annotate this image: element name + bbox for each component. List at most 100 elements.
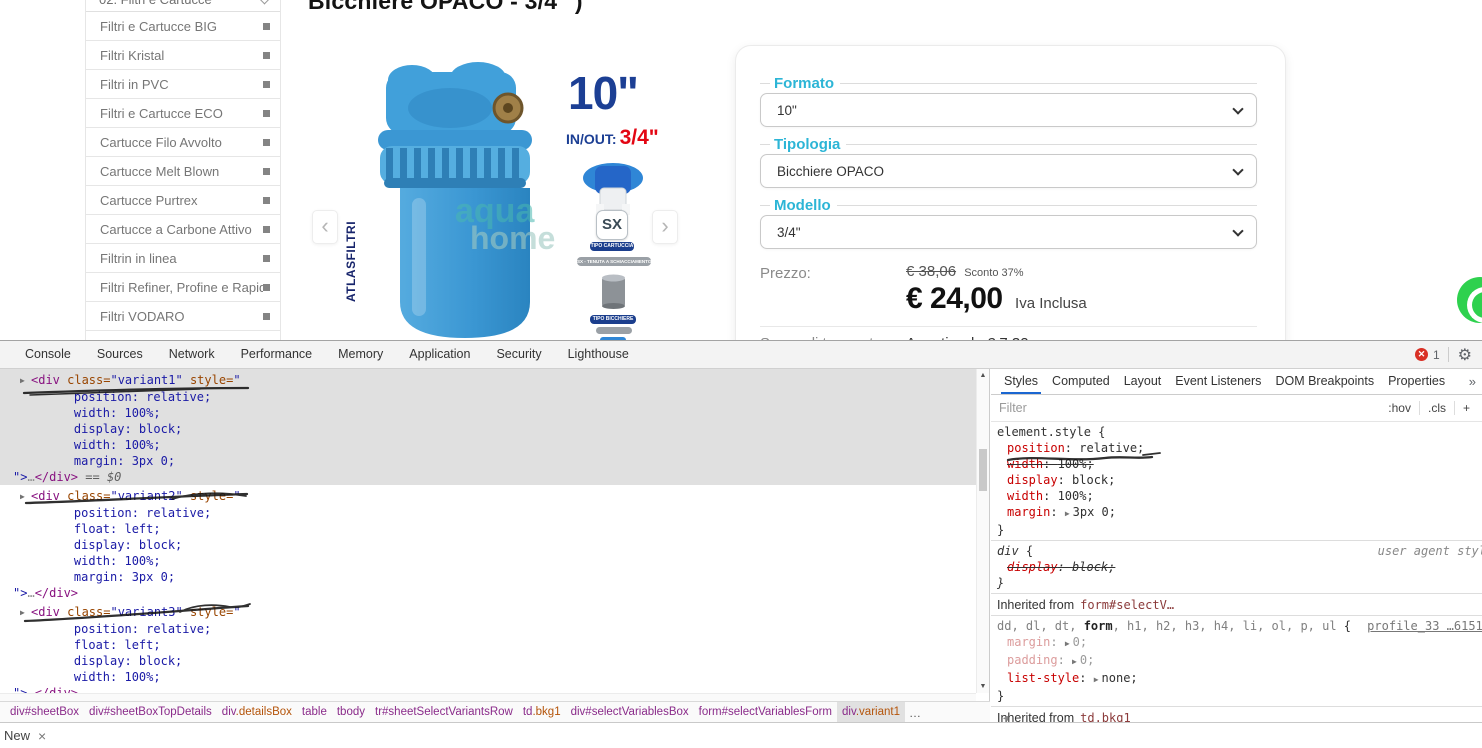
divider xyxy=(760,326,1257,327)
breadcrumb-item[interactable]: table xyxy=(297,702,332,723)
styles-sidebar: Styles Computed Layout Event Listeners DOM B… xyxy=(991,369,1482,723)
breadcrumb-item[interactable]: tbody xyxy=(332,702,370,723)
pill-tipo-cartuccia: TIPO CARTUCCIA xyxy=(590,242,634,251)
sidebar-item[interactable]: Filtri in PVC xyxy=(86,70,280,99)
breadcrumb-item[interactable]: div#sheetBox xyxy=(5,702,84,723)
styles-tab-styles[interactable]: Styles xyxy=(997,369,1045,394)
vertical-scrollbar[interactable]: ▲ ▼ xyxy=(976,369,989,693)
sidebar-parent-item[interactable]: 02. Filtri e Cartucce xyxy=(86,0,280,12)
css-property[interactable]: list-style: ▶ none; xyxy=(991,670,1482,688)
styles-toggle-[interactable]: + xyxy=(1455,401,1478,415)
inherited-from-section: Inherited from td.bkg1 xyxy=(991,707,1482,723)
square-bullet-icon xyxy=(263,22,270,30)
css-property[interactable]: width: 100%; xyxy=(991,456,1482,472)
expand-arrow-icon[interactable]: ▶ xyxy=(1072,657,1077,666)
breadcrumb-item[interactable]: div.detailsBox xyxy=(217,702,297,723)
css-property[interactable]: padding: ▶ 0; xyxy=(991,652,1482,670)
price-label: Prezzo: xyxy=(760,265,811,282)
sidebar-item[interactable]: Filtri e Cartucce ECO xyxy=(86,99,280,128)
discount-badge: Sconto 37% xyxy=(964,267,1024,279)
breadcrumb-item[interactable]: form#selectVariablesForm xyxy=(694,702,837,723)
prev-arrow-button[interactable]: ‹ xyxy=(312,210,338,244)
inout-label: IN/OUT: 3/4" xyxy=(566,126,659,149)
expand-arrow-icon[interactable]: ▶ xyxy=(20,605,31,621)
sidebar-item[interactable]: Filtri VODARO xyxy=(86,302,280,331)
sidebar-item[interactable]: Filtri e Cartucce BIG xyxy=(86,12,280,41)
breadcrumb-item[interactable]: div#selectVariablesBox xyxy=(566,702,694,723)
expand-arrow-icon[interactable]: ▶ xyxy=(1065,509,1070,518)
scroll-down-icon[interactable]: ▼ xyxy=(977,683,989,690)
pill-tenuta: SX - TENUTA A SCHIACCIAMENTO xyxy=(577,257,651,266)
css-property[interactable]: margin: ▶ 3px 0; xyxy=(991,504,1482,522)
devtools-tab-sources[interactable]: Sources xyxy=(84,341,156,368)
category-sidebar: 02. Filtri e Cartucce Filtri e Cartucce … xyxy=(85,0,281,340)
css-property[interactable]: display: block; xyxy=(991,472,1482,488)
close-icon[interactable]: × xyxy=(38,728,46,744)
error-badge[interactable]: ✕ 1 xyxy=(1414,348,1448,362)
scroll-up-icon[interactable]: ▲ xyxy=(977,372,989,379)
option-select-tipologia[interactable]: Bicchiere OPACO xyxy=(760,154,1257,188)
option-select-formato[interactable]: 10" xyxy=(760,93,1257,127)
styles-tab-computed[interactable]: Computed xyxy=(1045,369,1117,394)
sidebar-item[interactable]: Filtrin in linea xyxy=(86,244,280,273)
gear-icon[interactable]: ⚙ xyxy=(1458,345,1472,365)
styles-tab-dom-breakpoints[interactable]: DOM Breakpoints xyxy=(1268,369,1381,394)
dom-node-variant1[interactable]: ▶ <div class="variant1" style=" position:… xyxy=(0,369,976,485)
matched-selector: form xyxy=(1083,619,1113,633)
sidebar-item[interactable]: Filtri Kristal xyxy=(86,41,280,70)
node-class-value: "variant1" xyxy=(110,373,183,387)
devtools-tab-security[interactable]: Security xyxy=(483,341,554,368)
chat-widget-button[interactable] xyxy=(1457,277,1482,323)
devtools-tab-network[interactable]: Network xyxy=(156,341,228,368)
css-property[interactable]: width: 100%; xyxy=(991,488,1482,504)
devtools-tab-application[interactable]: Application xyxy=(396,341,483,368)
styles-toggle-cls[interactable]: .cls xyxy=(1420,401,1454,415)
horizontal-scrollbar[interactable] xyxy=(0,693,976,701)
expand-arrow-icon[interactable]: ▶ xyxy=(20,373,31,389)
inherited-from-node-link[interactable]: form#selectV… xyxy=(1080,598,1174,612)
expand-arrow-icon[interactable]: ▶ xyxy=(1094,675,1099,684)
option-select-modello[interactable]: 3/4" xyxy=(760,215,1257,249)
next-arrow-button[interactable]: › xyxy=(652,210,678,244)
square-bullet-icon xyxy=(263,167,270,175)
expand-arrow-icon[interactable]: ▶ xyxy=(1065,639,1070,648)
inline-style-line: float: left; xyxy=(45,522,161,536)
dom-node-variant3[interactable]: ▶ <div class="variant3" style=" position:… xyxy=(0,601,976,693)
expand-arrow-icon[interactable]: ▶ xyxy=(20,489,31,505)
sidebar-item[interactable]: Filtri Refiner, Profine e Rapid xyxy=(86,273,280,302)
css-property[interactable]: display: block; xyxy=(991,559,1482,575)
breadcrumb-item[interactable]: div#sheetBoxTopDetails xyxy=(84,702,217,723)
sidebar-item[interactable]: Cartucce Melt Blown xyxy=(86,157,280,186)
sidebar-item-label: Filtri e Cartucce BIG xyxy=(100,18,218,34)
dom-node-variant2[interactable]: ▶ <div class="variant2" style=" position:… xyxy=(0,485,976,601)
option-label: Modello xyxy=(774,196,831,214)
sidebar-item-label: Cartucce Purtrex xyxy=(100,192,198,208)
devtools-tab-lighthouse[interactable]: Lighthouse xyxy=(555,341,642,368)
sidebar-item[interactable]: Cartucce a Carbone Attivo xyxy=(86,215,280,244)
breadcrumb-overflow[interactable]: … xyxy=(905,706,925,720)
styles-filter-row: :hov.cls+ xyxy=(991,395,1482,422)
styles-tab-event-listeners[interactable]: Event Listeners xyxy=(1168,369,1268,394)
devtools-tab-memory[interactable]: Memory xyxy=(325,341,396,368)
overflow-chevron-icon[interactable]: » xyxy=(1469,374,1482,389)
sidebar-item[interactable]: Cartucce Purtrex xyxy=(86,186,280,215)
sidebar-item-label: Filtrin in linea xyxy=(100,250,177,266)
css-property[interactable]: position: relative; xyxy=(991,440,1482,456)
styles-toggle-hov[interactable]: :hov xyxy=(1380,401,1419,415)
breadcrumb-item[interactable]: td.bkg1 xyxy=(518,702,566,723)
devtools-tab-performance[interactable]: Performance xyxy=(228,341,326,368)
styles-tab-layout[interactable]: Layout xyxy=(1117,369,1169,394)
filter-input[interactable] xyxy=(999,401,1279,415)
css-property[interactable]: margin: ▶ 0; xyxy=(991,634,1482,652)
breadcrumb-item[interactable]: div.variant1 xyxy=(837,702,905,723)
devtools-tab-console[interactable]: Console xyxy=(12,341,84,368)
stylesheet-origin-label: user agent styl xyxy=(1377,544,1482,558)
new-tab-label[interactable]: New xyxy=(4,728,30,743)
stylesheet-link[interactable]: profile_33 …61510 xyxy=(1367,618,1482,634)
inline-style-line: margin: 3px 0; xyxy=(45,454,176,468)
styles-tab-properties[interactable]: Properties xyxy=(1381,369,1452,394)
scrollbar-thumb[interactable] xyxy=(979,449,987,491)
sidebar-item[interactable]: Cartucce Filo Avvolto xyxy=(86,128,280,157)
breadcrumb-item[interactable]: tr#sheetSelectVariantsRow xyxy=(370,702,518,723)
devtools-toolbar: Console Sources Network Performance Memory Ap… xyxy=(0,341,1482,369)
